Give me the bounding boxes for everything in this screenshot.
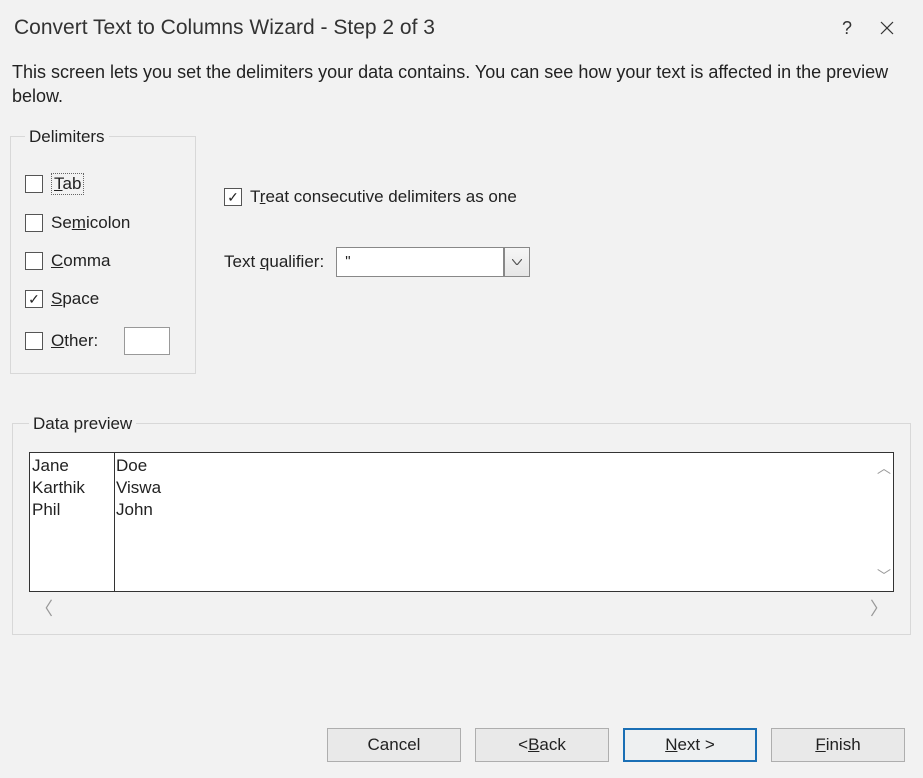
semicolon-label[interactable]: Semicolon [51, 213, 130, 233]
other-checkbox[interactable] [25, 332, 43, 350]
delimiters-group: Delimiters Tab Semicolon Comma Space Oth… [10, 127, 196, 374]
scroll-right-icon[interactable]: 〉 [870, 595, 888, 621]
data-preview-group: Data preview Jane Karthik Phil Doe Viswa… [12, 414, 911, 635]
other-input[interactable] [124, 327, 170, 355]
semicolon-checkbox[interactable] [25, 214, 43, 232]
qualifier-dropdown-button[interactable] [504, 247, 530, 277]
tab-checkbox[interactable] [25, 175, 43, 193]
column-divider [114, 453, 115, 591]
delimiters-legend: Delimiters [25, 127, 109, 147]
qualifier-label: Text qualifier: [224, 252, 324, 272]
other-label[interactable]: Other: [51, 331, 98, 351]
chevron-down-icon [512, 259, 522, 265]
close-icon[interactable] [867, 12, 907, 44]
qualifier-select[interactable]: " [336, 247, 504, 277]
cancel-button[interactable]: Cancel [327, 728, 461, 762]
comma-label[interactable]: Comma [51, 251, 111, 271]
consecutive-checkbox[interactable] [224, 188, 242, 206]
next-button[interactable]: Next > [623, 728, 757, 762]
dialog-description: This screen lets you set the delimiters … [0, 52, 923, 127]
help-icon[interactable]: ? [827, 12, 867, 44]
finish-button[interactable]: Finish [771, 728, 905, 762]
data-preview-legend: Data preview [29, 414, 136, 434]
comma-checkbox[interactable] [25, 252, 43, 270]
consecutive-label[interactable]: Treat consecutive delimiters as one [250, 187, 517, 207]
dialog-title: Convert Text to Columns Wizard - Step 2 … [14, 16, 827, 40]
horizontal-scrollbar[interactable]: 〈 〉 [29, 592, 894, 620]
scroll-left-icon[interactable]: 〈 [35, 595, 53, 621]
back-button[interactable]: < Back [475, 728, 609, 762]
space-label[interactable]: Space [51, 289, 99, 309]
space-checkbox[interactable] [25, 290, 43, 308]
tab-label[interactable]: Tab [51, 173, 84, 195]
data-preview-grid: Jane Karthik Phil Doe Viswa John [29, 452, 894, 592]
